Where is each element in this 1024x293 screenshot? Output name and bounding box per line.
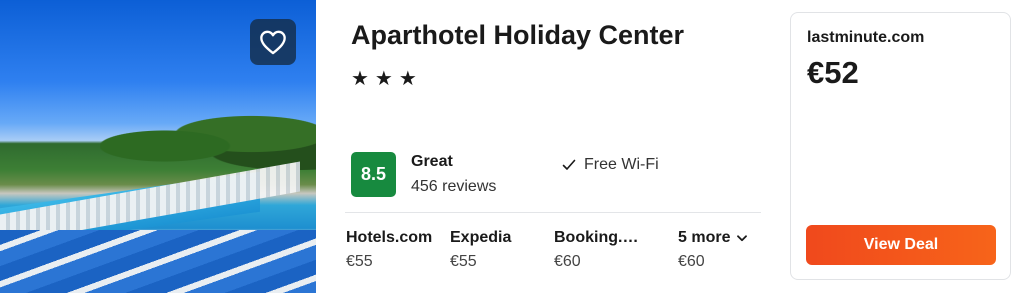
provider-price: €55 bbox=[450, 253, 477, 270]
provider-price: €60 bbox=[678, 253, 705, 270]
best-deal-box: lastminute.com €52 View Deal bbox=[790, 12, 1011, 280]
amenity-label: Free Wi-Fi bbox=[584, 156, 659, 173]
provider-name: Expedia bbox=[450, 229, 512, 246]
provider-name: Hotels.com bbox=[346, 229, 433, 246]
review-count[interactable]: 456 reviews bbox=[411, 178, 496, 196]
view-deal-button[interactable]: View Deal bbox=[806, 225, 996, 265]
hotel-result-card[interactable]: Aparthotel Holiday Center ★★★ 8.5 Great … bbox=[0, 0, 1024, 293]
chevron-down-icon bbox=[737, 234, 748, 241]
star-rating: ★★★ bbox=[351, 68, 423, 90]
provider-price: €60 bbox=[554, 253, 581, 270]
amenity-item: Free Wi-Fi bbox=[562, 156, 659, 174]
provider-offer[interactable]: Hotels.com €55 bbox=[346, 229, 432, 271]
rating-label: Great bbox=[411, 153, 453, 170]
hotel-photo[interactable] bbox=[0, 0, 316, 293]
hotel-name[interactable]: Aparthotel Holiday Center bbox=[351, 20, 684, 51]
provider-price: €55 bbox=[346, 253, 373, 270]
provider-offer[interactable]: Booking.… €60 bbox=[554, 229, 638, 271]
more-providers-label: 5 more bbox=[678, 229, 731, 246]
rating-score-badge: 8.5 bbox=[351, 152, 396, 197]
photo-trees bbox=[100, 110, 316, 170]
deal-price: €52 bbox=[807, 55, 859, 90]
more-providers-toggle[interactable]: 5 more bbox=[678, 229, 748, 247]
provider-name: Booking.… bbox=[554, 229, 639, 246]
heart-outline-icon bbox=[260, 30, 286, 55]
favorite-button[interactable] bbox=[250, 19, 296, 65]
divider bbox=[345, 212, 761, 213]
photo-deck-loungers bbox=[0, 230, 316, 293]
provider-offer[interactable]: Expedia €55 bbox=[450, 229, 511, 271]
more-providers-dropdown[interactable]: 5 more €60 bbox=[678, 229, 748, 271]
deal-provider: lastminute.com bbox=[807, 29, 925, 46]
check-icon bbox=[562, 159, 576, 170]
